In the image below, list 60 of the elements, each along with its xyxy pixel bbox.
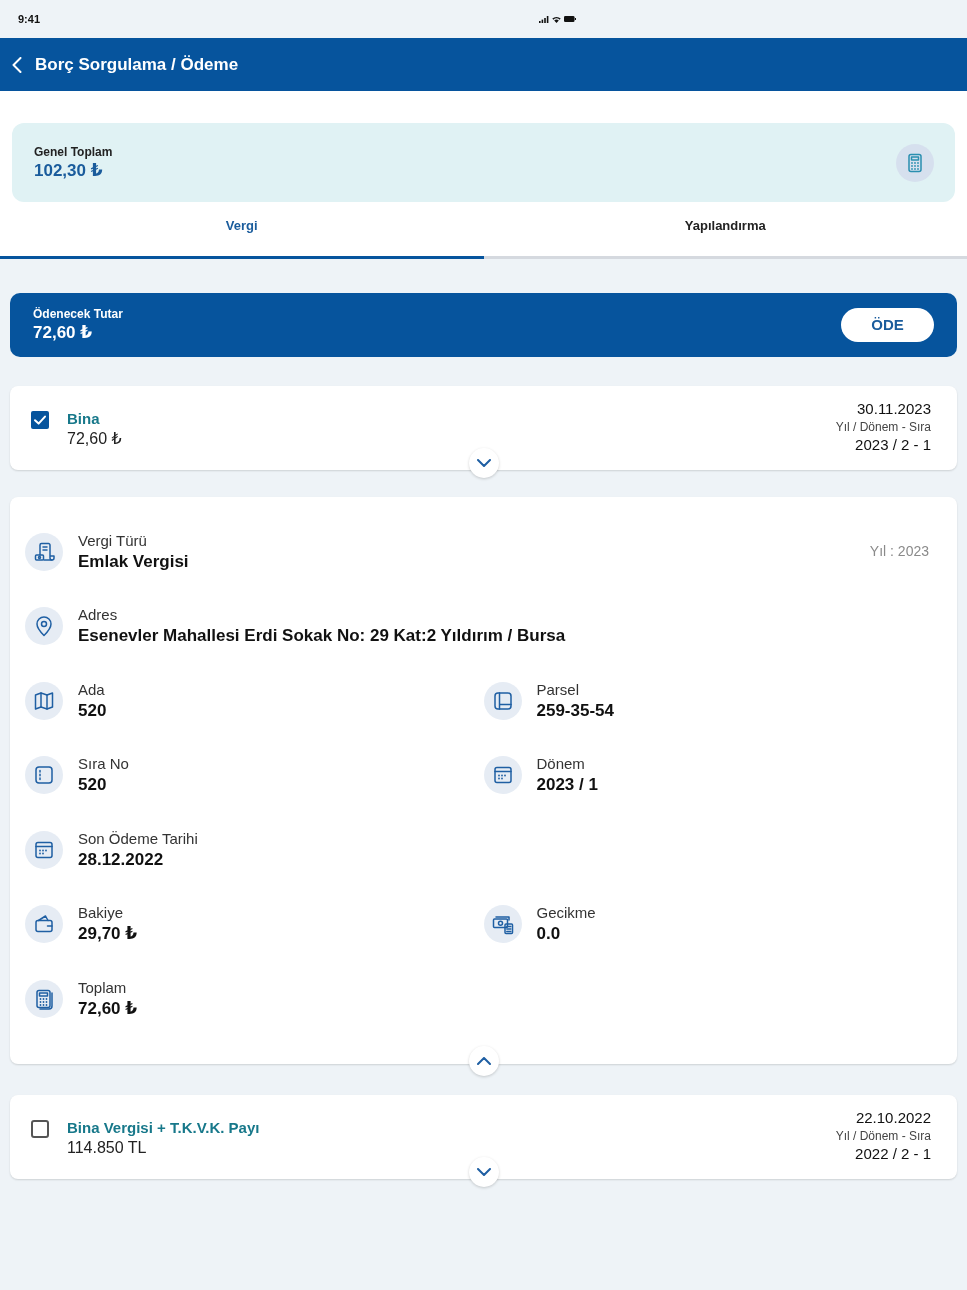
debt-amount: 72,60 ₺	[67, 429, 122, 449]
map-icon	[25, 681, 63, 720]
field-label: Toplam	[78, 977, 128, 998]
collapse-button[interactable]	[468, 1046, 499, 1076]
total-amount: 102,30 ₺	[34, 159, 104, 182]
debt-amount: 114.850 TL	[67, 1138, 148, 1158]
year-note: Yıl : 2023	[869, 542, 929, 561]
battery-icon	[564, 16, 577, 22]
field-value: 72,60 ₺	[78, 997, 138, 1020]
field-label: Adres	[78, 605, 119, 625]
field-value: 520	[78, 774, 108, 796]
location-pin-icon	[25, 607, 63, 645]
period-value: 2022 / 2 - 1	[854, 1144, 931, 1164]
signal-icon	[539, 15, 550, 23]
field-label: Dönem	[536, 754, 586, 774]
expand-button[interactable]	[468, 448, 499, 478]
due-date: 30.11.2023	[856, 399, 931, 419]
field-value: 520	[78, 699, 107, 722]
amount-value: 72,60 ₺	[33, 322, 94, 344]
field-label: Vergi Türü	[78, 530, 148, 551]
field-value: Esenevler Mahallesi Erdi Sokak No: 29 Kat:2 Yıldırım / Bursa	[78, 625, 566, 647]
expand-button[interactable]	[468, 1157, 499, 1187]
chevron-up-icon	[476, 1057, 491, 1065]
amount-label: Ödenecek Tutar	[33, 306, 123, 322]
wifi-icon	[552, 15, 562, 23]
page-title: Borç Sorgulama / Ödeme	[35, 53, 239, 76]
field-value: 29,70 ₺	[78, 923, 138, 945]
total-label: Genel Toplam	[34, 143, 113, 160]
calculator-icon	[25, 979, 63, 1018]
period-value: 2023 / 2 - 1	[854, 435, 931, 455]
pay-button[interactable]: ÖDE	[841, 308, 934, 342]
receipt-icon	[25, 532, 63, 571]
period-label: Yıl / Dönem - Sıra	[835, 419, 931, 435]
field-label: Sıra No	[78, 754, 129, 774]
wallet-icon	[25, 905, 63, 943]
back-icon[interactable]	[12, 56, 22, 73]
field-label: Son Ödeme Tarihi	[78, 828, 198, 849]
debt-title: Bina Vergisi + T.K.V.K. Payı	[67, 1118, 260, 1138]
calendar-icon	[483, 756, 522, 794]
field-value: 0.0	[536, 923, 562, 945]
field-label: Ada	[78, 679, 106, 700]
field-label: Bakiye	[78, 903, 125, 923]
field-value: Emlak Vergisi	[78, 550, 189, 573]
layout-icon	[483, 681, 522, 720]
cash-calculator-icon	[483, 905, 522, 943]
status-time: 9:41	[18, 12, 41, 26]
field-value: 2023 / 1	[536, 774, 598, 796]
field-label: Parsel	[536, 679, 581, 700]
debt-title: Bina	[67, 409, 101, 429]
chevron-down-icon	[476, 1168, 491, 1176]
calendar-icon	[25, 830, 63, 869]
due-date: 22.10.2022	[854, 1108, 931, 1128]
calculator-icon[interactable]	[896, 143, 934, 182]
period-label: Yıl / Dönem - Sıra	[835, 1128, 931, 1144]
field-value: 28.12.2022	[78, 848, 165, 871]
field-label: Gecikme	[536, 903, 596, 923]
chevron-down-icon	[476, 459, 491, 467]
checkbox[interactable]	[31, 1120, 49, 1138]
checkbox[interactable]	[31, 411, 49, 429]
field-value: 259-35-54	[536, 699, 614, 722]
